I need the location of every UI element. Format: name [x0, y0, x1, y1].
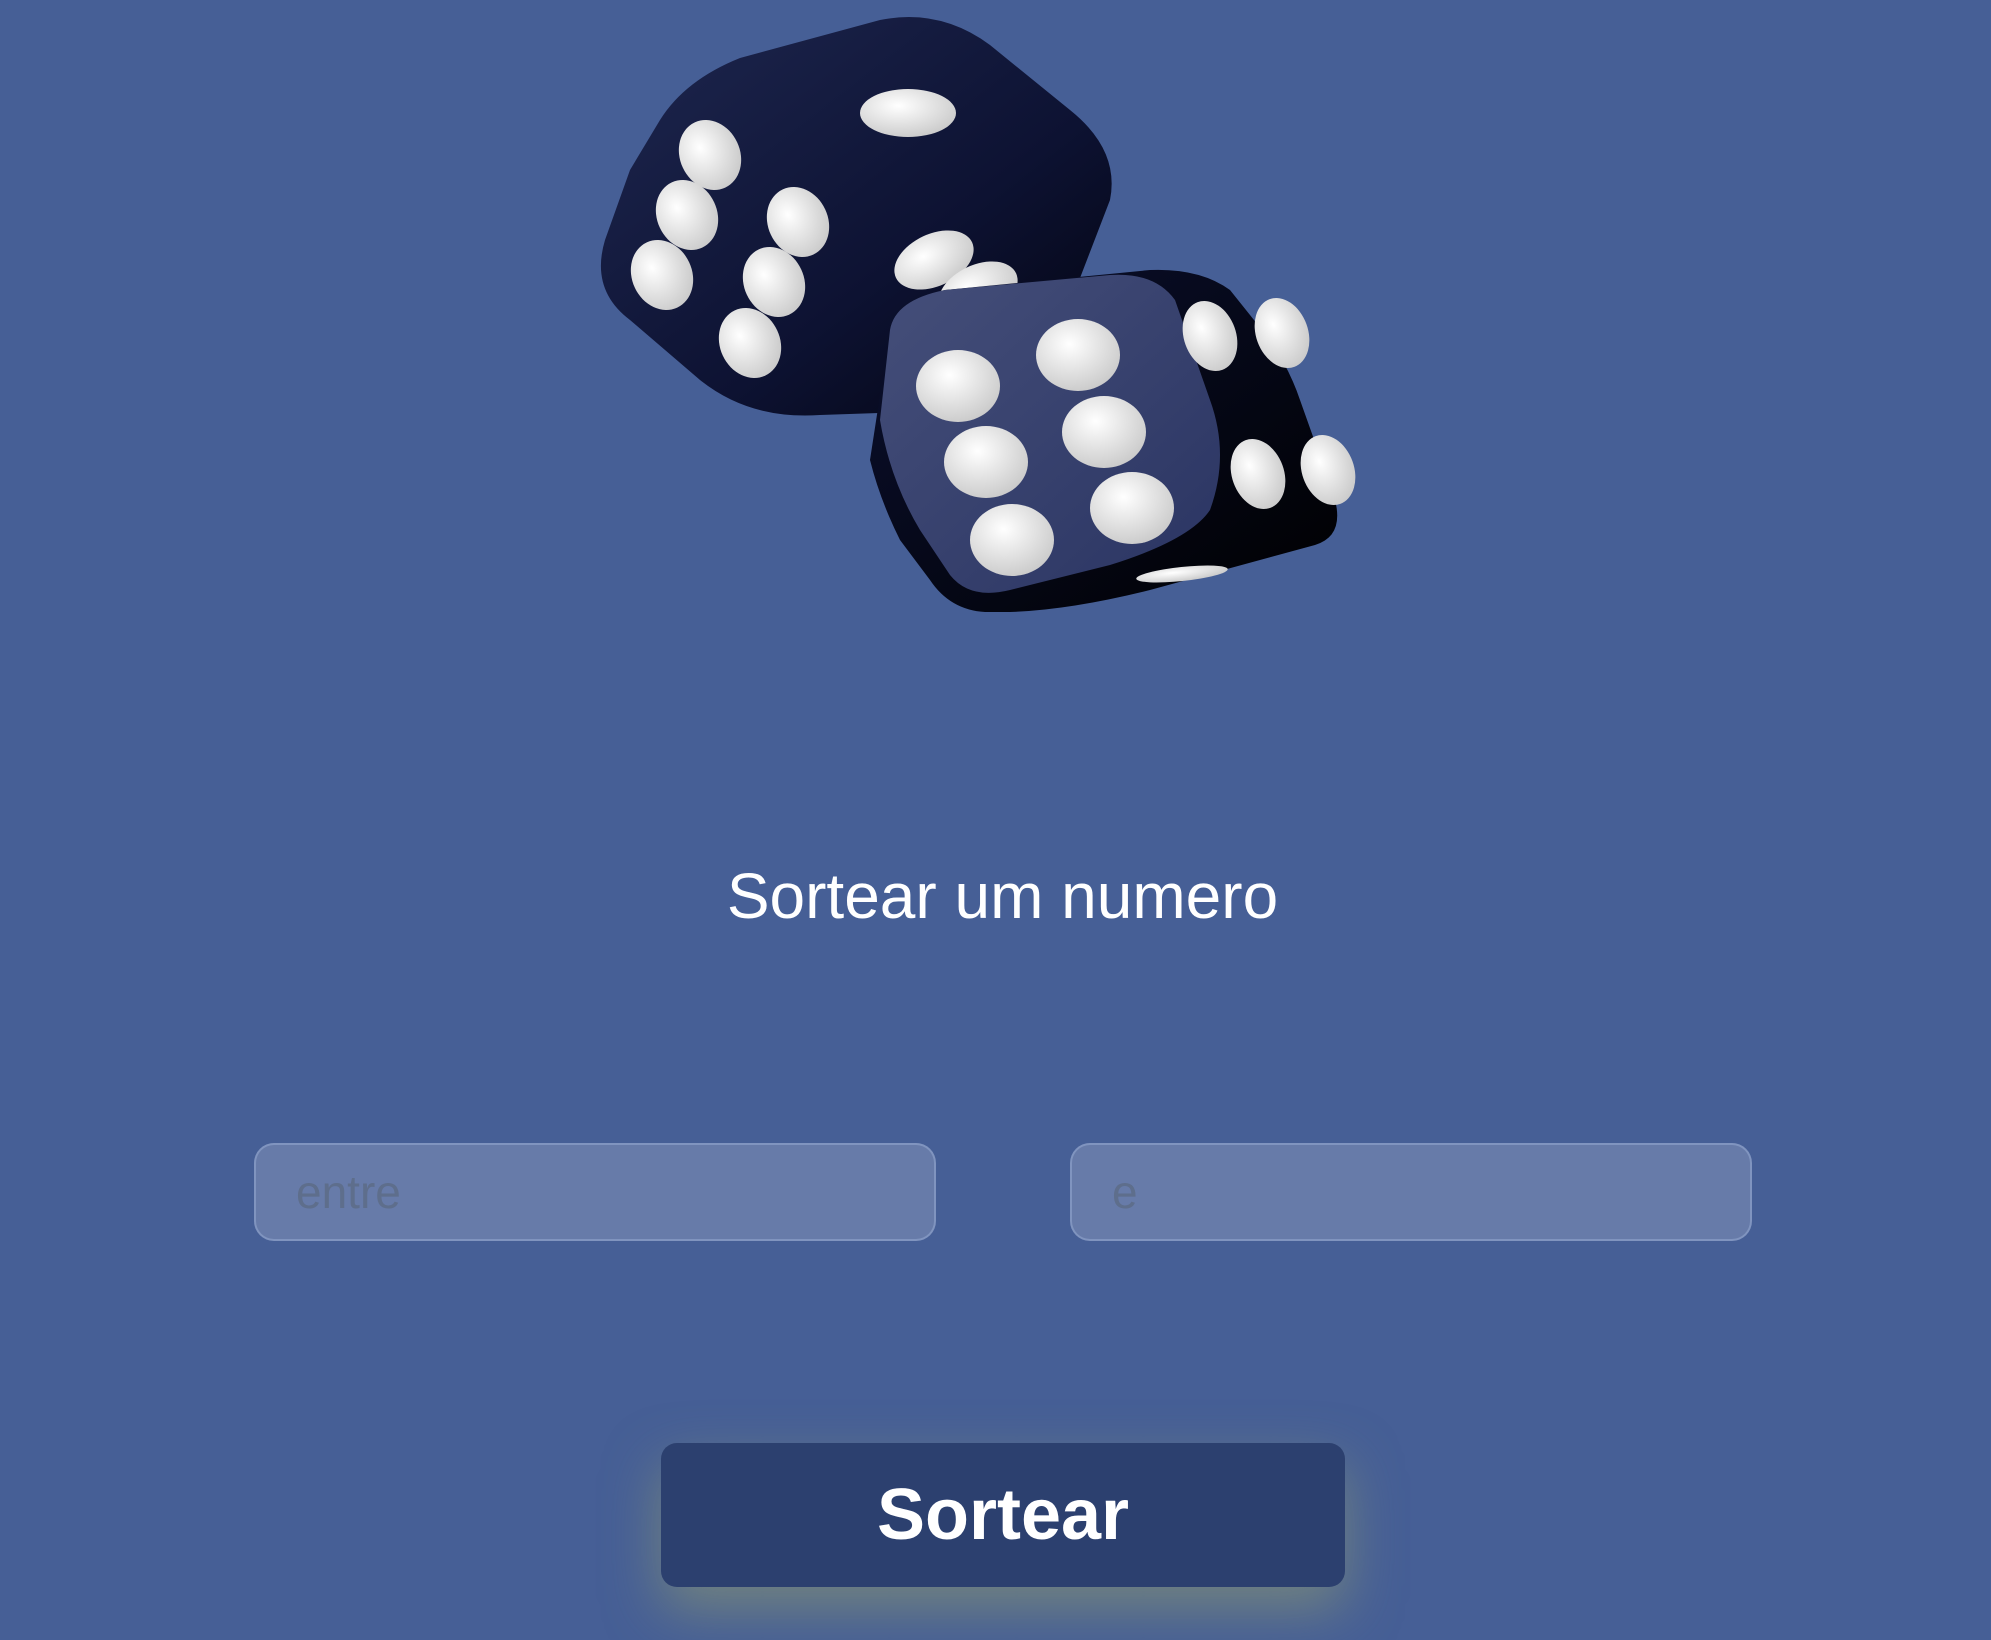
draw-button[interactable]: Sortear	[661, 1443, 1345, 1587]
page: Sortear um numero Sortear	[0, 0, 1991, 1640]
range-min-input[interactable]	[254, 1143, 936, 1241]
dice-icon	[600, 17, 1356, 612]
front-die	[870, 269, 1356, 612]
page-title: Sortear um numero	[726, 859, 1279, 932]
range-max-input[interactable]	[1070, 1143, 1752, 1241]
